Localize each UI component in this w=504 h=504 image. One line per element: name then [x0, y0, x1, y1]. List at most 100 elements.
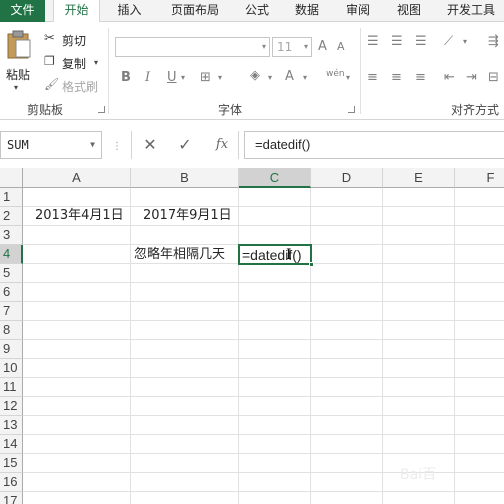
underline-dropdown-icon[interactable]: ▾ — [181, 70, 185, 86]
alignment-group-label: 对齐方式 — [450, 103, 499, 117]
active-cell-c4[interactable]: =datedif() — [238, 244, 314, 267]
align-left-icon[interactable]: ≡ — [367, 70, 378, 86]
row-header-13[interactable]: 13 — [0, 416, 23, 435]
tab-data[interactable]: 数据 — [287, 0, 327, 22]
orientation-icon[interactable]: ⟋ — [444, 34, 453, 50]
cell-b4[interactable]: 忽略年相隔几天 — [134, 246, 225, 264]
tab-view[interactable]: 视图 — [389, 0, 429, 22]
grid-line — [23, 225, 504, 226]
underline-button[interactable]: U — [167, 70, 177, 86]
font-size-select[interactable]: 11 ▾ — [272, 37, 312, 57]
row-header-17[interactable]: 17 — [0, 492, 23, 504]
column-header-d[interactable]: D — [311, 168, 383, 188]
fill-dropdown-icon[interactable]: ▾ — [268, 70, 272, 86]
row-header-8[interactable]: 8 — [0, 321, 23, 340]
grid-line — [23, 339, 504, 340]
grid-line — [23, 453, 504, 454]
name-box[interactable]: SUM ▼ — [0, 131, 102, 159]
align-bottom-icon[interactable]: ☰ — [415, 34, 427, 50]
font-launcher-icon[interactable] — [348, 106, 355, 113]
clipboard-icon — [7, 30, 31, 59]
tab-file[interactable]: 文件 — [0, 0, 45, 22]
tab-formulas[interactable]: 公式 — [237, 0, 277, 22]
row-header-1[interactable]: 1 — [0, 188, 23, 207]
shrink-font-icon[interactable]: A — [337, 39, 345, 55]
row-header-3[interactable]: 3 — [0, 226, 23, 245]
bold-button[interactable]: B — [121, 70, 131, 86]
clipboard-launcher-icon[interactable] — [98, 106, 105, 113]
fill-handle[interactable] — [309, 262, 314, 267]
chevron-down-icon: ▾ — [303, 42, 308, 51]
format-painter-icon: 🖌 — [44, 77, 60, 91]
font-color-dropdown-icon[interactable]: ▾ — [303, 70, 307, 86]
align-right-icon[interactable]: ≡ — [415, 70, 426, 86]
copy-dropdown-icon[interactable]: ▾ — [94, 55, 98, 71]
chevron-down-icon[interactable]: ▼ — [90, 140, 95, 149]
paste-dropdown-icon[interactable]: ▾ — [14, 80, 18, 96]
scissors-icon: ✂ — [44, 31, 55, 46]
cancel-icon[interactable]: ✕ — [140, 136, 160, 154]
paste-button[interactable]: 粘贴 ▾ — [4, 30, 34, 94]
grid-line — [130, 188, 131, 504]
column-header-e[interactable]: E — [383, 168, 455, 188]
resize-handle-icon[interactable]: ⋮ — [112, 141, 122, 152]
orientation-dropdown-icon[interactable]: ▾ — [463, 34, 467, 50]
merge-center-icon[interactable]: ⊟ — [488, 70, 499, 86]
cell-a2[interactable]: 2013年4月1日 — [35, 207, 124, 225]
tab-insert[interactable]: 插入 — [107, 0, 152, 22]
row-header-6[interactable]: 6 — [0, 283, 23, 302]
font-name-select[interactable]: ▾ — [115, 37, 270, 57]
row-header-16[interactable]: 16 — [0, 473, 23, 492]
align-middle-icon[interactable]: ☰ — [391, 34, 403, 50]
row-header-5[interactable]: 5 — [0, 264, 23, 283]
row-header-9[interactable]: 9 — [0, 340, 23, 359]
column-header-f[interactable]: F — [455, 168, 504, 188]
column-header-a[interactable]: A — [23, 168, 131, 188]
row-header-12[interactable]: 12 — [0, 397, 23, 416]
column-header-c[interactable]: C — [239, 168, 311, 188]
border-dropdown-icon[interactable]: ▾ — [218, 70, 222, 86]
clipboard-group-label: 剪贴板 — [26, 103, 63, 117]
column-header-b[interactable]: B — [131, 168, 239, 188]
formula-buttons: ✕ ✓ fx — [131, 131, 239, 159]
row-header-2[interactable]: 2 — [0, 207, 23, 226]
phonetic-dropdown-icon[interactable]: ▾ — [346, 70, 350, 86]
select-all-corner[interactable] — [0, 168, 23, 188]
tab-page-layout[interactable]: 页面布局 — [160, 0, 230, 22]
fill-color-icon[interactable]: ◈ — [250, 68, 260, 84]
italic-button[interactable]: I — [145, 70, 150, 86]
increase-indent-icon[interactable]: ⇥ — [466, 70, 477, 86]
group-divider — [360, 28, 361, 114]
row-header-14[interactable]: 14 — [0, 435, 23, 454]
row-header-10[interactable]: 10 — [0, 359, 23, 378]
border-icon[interactable]: ⊞ — [200, 70, 211, 86]
row-header-15[interactable]: 15 — [0, 454, 23, 473]
grid-line — [23, 320, 504, 321]
cut-button[interactable]: 剪切 — [62, 32, 86, 49]
cell-c4-editor[interactable]: =datedif() — [242, 246, 302, 264]
grid-line — [23, 434, 504, 435]
tab-developer[interactable]: 开发工具 — [440, 0, 502, 22]
format-painter-button[interactable]: 格式刷 — [62, 78, 98, 95]
grid-line — [382, 188, 383, 504]
font-color-icon[interactable]: A — [285, 69, 294, 85]
row-header-4[interactable]: 4 — [0, 245, 23, 264]
tab-review[interactable]: 审阅 — [338, 0, 378, 22]
copy-button[interactable]: 复制 — [62, 55, 86, 72]
align-center-icon[interactable]: ≡ — [391, 70, 402, 86]
row-header-7[interactable]: 7 — [0, 302, 23, 321]
phonetic-icon[interactable]: wén — [326, 66, 345, 82]
grid-line — [23, 491, 504, 492]
insert-function-button[interactable]: fx — [212, 136, 232, 154]
tab-home[interactable]: 开始 — [53, 0, 100, 23]
formula-input[interactable]: =datedif() — [244, 131, 504, 159]
cell-b2[interactable]: 2017年9月1日 — [143, 207, 232, 225]
copy-icon: ❐ — [44, 54, 55, 68]
check-icon[interactable]: ✓ — [175, 136, 195, 154]
row-header-11[interactable]: 11 — [0, 378, 23, 397]
wrap-text-icon[interactable]: ⇶ — [488, 34, 499, 50]
name-box-value: SUM — [7, 138, 29, 152]
decrease-indent-icon[interactable]: ⇤ — [444, 70, 455, 86]
grow-font-icon[interactable]: A — [318, 39, 327, 55]
align-top-icon[interactable]: ☰ — [367, 34, 379, 50]
